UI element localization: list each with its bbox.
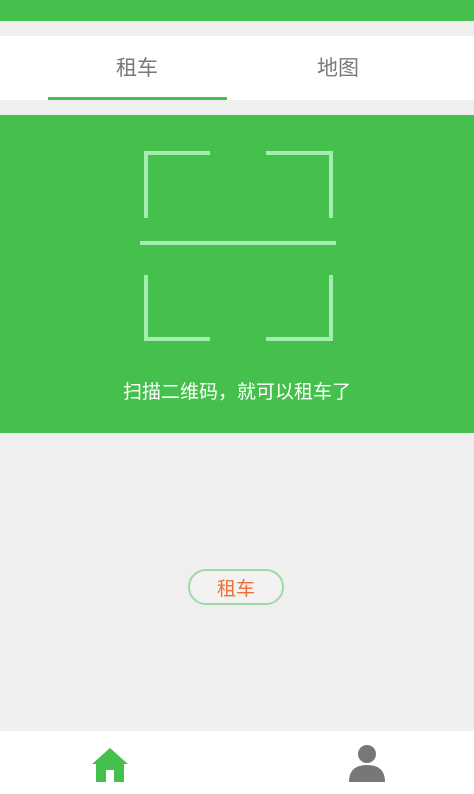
tab-map[interactable]: 地图 [248, 36, 428, 100]
bottom-nav [0, 731, 474, 794]
nav-home[interactable] [86, 739, 134, 787]
tab-bar: 租车 地图 [0, 36, 474, 100]
tab-rent[interactable]: 租车 [47, 36, 227, 100]
home-icon [92, 748, 128, 782]
top-status-bar [0, 0, 474, 21]
scan-frame-icon [140, 151, 336, 341]
scan-panel[interactable]: 扫描二维码，就可以租车了 [0, 115, 474, 433]
rent-button[interactable]: 租车 [188, 569, 284, 605]
nav-profile[interactable] [343, 739, 391, 787]
scan-hint-text: 扫描二维码，就可以租车了 [122, 381, 351, 403]
user-icon [349, 745, 385, 782]
active-tab-indicator [48, 97, 227, 100]
